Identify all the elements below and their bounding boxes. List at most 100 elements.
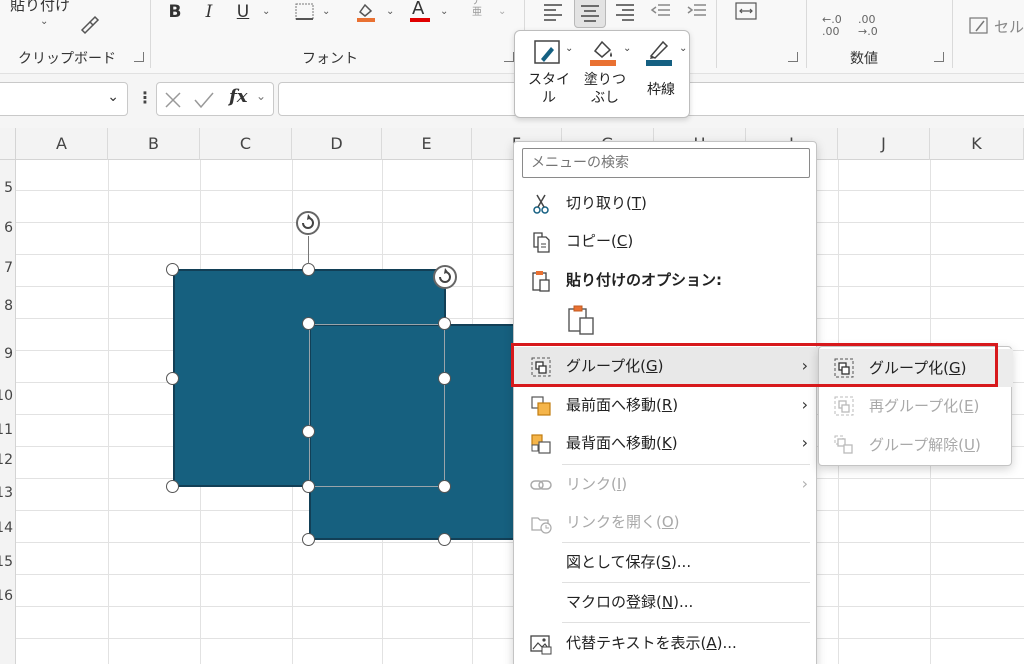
menu-item-assign-macro[interactable]: マクロの登録(N)...	[514, 583, 818, 621]
shape-style-icon	[534, 40, 560, 64]
row-header[interactable]: 5	[4, 180, 13, 196]
resize-handle[interactable]	[166, 480, 179, 493]
fill-color-icon[interactable]	[354, 0, 378, 24]
resize-handle[interactable]	[302, 317, 315, 330]
clipboard-icon	[532, 271, 550, 292]
rotate-icon[interactable]	[295, 210, 321, 236]
insert-function-button[interactable]: fx	[229, 86, 247, 107]
cancel-icon[interactable]	[163, 90, 183, 110]
enter-icon[interactable]	[193, 90, 215, 110]
chevron-down-icon[interactable]: ⌄	[386, 6, 394, 17]
selection-outline	[309, 324, 445, 487]
alignment-launcher-icon[interactable]	[788, 52, 798, 62]
resize-handle[interactable]	[166, 372, 179, 385]
font-color-button[interactable]: A	[408, 0, 432, 24]
resize-handle[interactable]	[302, 533, 315, 546]
resize-handle[interactable]	[302, 480, 315, 493]
row-header[interactable]: 7	[4, 260, 13, 276]
shape-style-button[interactable]: ⌄ スタイ ル	[521, 31, 575, 119]
submenu-item-label: グループ化(G)	[869, 359, 967, 377]
chevron-down-icon[interactable]: ⌄	[262, 6, 270, 17]
bold-button[interactable]: B	[164, 0, 186, 24]
resize-handle[interactable]	[166, 263, 179, 276]
row-header[interactable]: 14	[0, 520, 13, 536]
merge-center-icon[interactable]	[734, 0, 758, 24]
resize-handle[interactable]	[302, 425, 315, 438]
chevron-down-icon[interactable]: ⌄	[322, 6, 330, 17]
menu-item-alt-text[interactable]: 代替テキストを表示(A)...	[514, 624, 818, 662]
align-left-icon[interactable]	[542, 2, 564, 22]
decrease-indent-icon[interactable]	[650, 2, 672, 22]
decrease-decimal-button[interactable]: .00 →.0	[858, 14, 878, 38]
column-header[interactable]: C	[200, 128, 292, 160]
menu-item-save-as-picture[interactable]: 図として保存(S)...	[514, 543, 818, 581]
shape-fill-label: 塗りつ ぶし	[583, 72, 627, 106]
shape-fill-button[interactable]: ⌄ 塗りつ ぶし	[577, 31, 633, 119]
mini-toolbar: ⌄ スタイ ル ⌄ 塗りつ ぶし ⌄ 枠線	[514, 30, 690, 118]
row-header[interactable]: 15	[0, 554, 13, 570]
menu-item-cut[interactable]: 切り取り(T)	[514, 184, 818, 222]
column-header[interactable]: A	[16, 128, 108, 160]
resize-handle[interactable]	[438, 533, 451, 546]
border-icon[interactable]	[294, 2, 316, 22]
gridline	[108, 160, 109, 664]
copy-icon	[533, 232, 550, 253]
number-launcher-icon[interactable]	[934, 52, 944, 62]
select-all-corner[interactable]	[0, 128, 16, 160]
rotate-icon[interactable]	[432, 264, 458, 290]
column-header[interactable]: B	[108, 128, 200, 160]
paste-option-keep-source-icon[interactable]	[566, 304, 596, 336]
submenu-item-group[interactable]: グループ化(G)	[819, 349, 1013, 387]
column-header[interactable]: D	[292, 128, 382, 160]
menu-search-input[interactable]	[522, 148, 810, 178]
resize-handle[interactable]	[438, 372, 451, 385]
chevron-down-icon: ⌄	[623, 43, 632, 54]
menu-item-copy[interactable]: コピー(C)	[514, 222, 818, 260]
chevron-down-icon[interactable]: ⌄	[256, 89, 266, 103]
increase-indent-icon[interactable]	[686, 2, 708, 22]
font-launcher-icon[interactable]	[504, 52, 514, 62]
align-right-icon[interactable]	[614, 2, 636, 22]
menu-item-link: リンク(I) ›	[514, 465, 818, 503]
cell-styles-label[interactable]: セル	[994, 16, 1024, 37]
name-box[interactable]: ⌄	[0, 82, 128, 116]
row-header[interactable]: 11	[0, 422, 13, 438]
menu-item-label: マクロの登録(N)...	[566, 593, 694, 611]
resize-handle[interactable]	[438, 480, 451, 493]
row-header[interactable]: 9	[4, 346, 13, 362]
chevron-down-icon[interactable]: ⌄	[440, 6, 448, 17]
italic-button[interactable]: I	[198, 0, 220, 24]
clipboard-launcher-icon[interactable]	[134, 52, 144, 62]
underline-button[interactable]: U	[232, 0, 254, 24]
formula-bar: ⌄ ⋮ fx ⌄	[0, 74, 1024, 128]
resize-handle[interactable]	[438, 317, 451, 330]
chevron-down-icon[interactable]: ⌄	[498, 6, 506, 17]
alt-text-icon	[530, 635, 552, 655]
cell-styles-icon[interactable]	[968, 16, 990, 36]
group-separator	[150, 0, 151, 68]
resize-handle[interactable]	[302, 263, 315, 276]
menu-item-group[interactable]: グループ化(G) ›	[514, 347, 818, 385]
row-header[interactable]: 10	[0, 388, 13, 404]
row-header[interactable]: 8	[4, 298, 13, 314]
row-header[interactable]: 16	[0, 588, 13, 604]
phonetic-button[interactable]: ア亜	[472, 0, 488, 18]
column-header[interactable]: J	[838, 128, 930, 160]
row-header[interactable]: 13	[0, 485, 13, 501]
row-header[interactable]: 12	[0, 452, 13, 468]
align-center-button[interactable]	[574, 0, 606, 28]
group-submenu: グループ化(G) 再グループ化(E) グループ解除(U)	[818, 346, 1013, 466]
chevron-right-icon: ›	[801, 356, 808, 375]
menu-item-label: 図として保存(S)...	[566, 553, 692, 571]
shape-outline-button[interactable]: ⌄ 枠線	[635, 31, 689, 119]
menu-item-bring-to-front[interactable]: 最前面へ移動(R) ›	[514, 386, 818, 424]
row-header[interactable]: 6	[4, 220, 13, 236]
menu-item-send-to-back[interactable]: 最背面へ移動(K) ›	[514, 424, 818, 462]
column-header[interactable]: E	[382, 128, 472, 160]
more-options-icon[interactable]: ⋮	[137, 88, 153, 107]
increase-decimal-button[interactable]: ←.0 .00	[822, 14, 842, 38]
paste-button[interactable]: 貼り付け ⌄	[6, 0, 76, 34]
column-header[interactable]: K	[930, 128, 1024, 160]
send-to-back-icon	[531, 434, 551, 454]
format-painter-icon[interactable]	[78, 12, 102, 36]
